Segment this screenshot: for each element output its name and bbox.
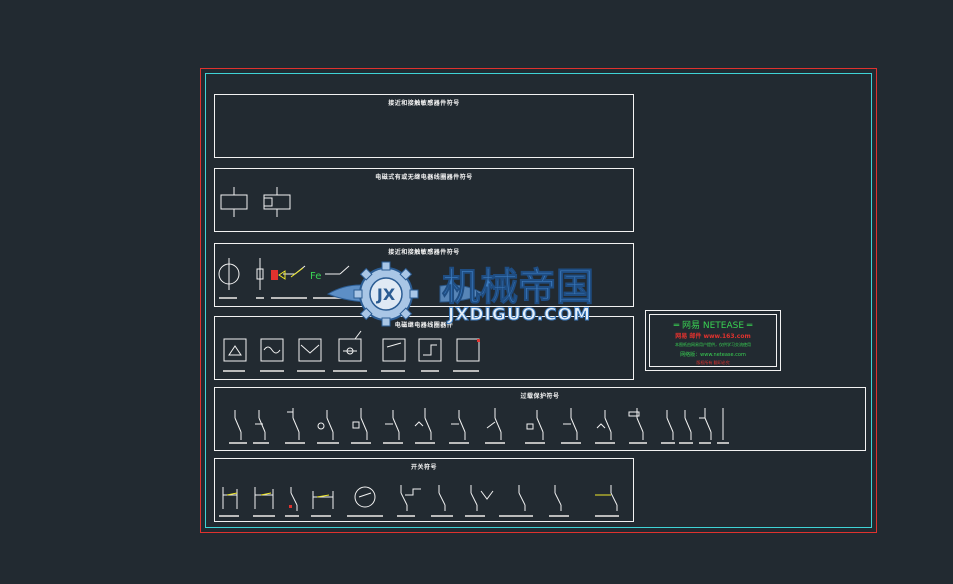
- gear-wings-icon: JX 机械帝国 JXDIGUO.COM: [326, 261, 594, 327]
- panel-overload-protection: 过载保护符号: [214, 387, 866, 451]
- watermark-cn: 机械帝国: [442, 265, 594, 309]
- fe-label: Fe: [310, 271, 321, 282]
- logo-letters: JX: [376, 285, 396, 304]
- netease-line2: 本图纸由网易用户提供，仅供学习交流使用: [675, 342, 751, 347]
- coil-symbols: [220, 187, 291, 217]
- netease-inner-frame: ═ 网易 NETEASE ═ 网易 邮件 www.163.com 本图纸由网易用…: [649, 314, 777, 367]
- panel-title: 接近和接触敏感器件符号: [388, 100, 460, 107]
- netease-line4: 版权所有 翻印必究: [696, 360, 730, 365]
- netease-title-block: ═ 网易 NETEASE ═ 网易 邮件 www.163.com 本图纸由网易用…: [645, 310, 781, 371]
- panel-proximity-sensors: 接近和接触敏感器件符号: [214, 94, 634, 158]
- netease-line1: 网易 邮件 www.163.com: [675, 333, 751, 340]
- watermark-logo: JX 机械帝国 JXDIGUO.COM: [326, 258, 628, 328]
- switch-symbols: [219, 485, 619, 517]
- watermark-en: JXDIGUO.COM: [447, 305, 591, 325]
- panel-relay-coils: 电磁式有或无继电器线圈器件符号: [214, 168, 634, 232]
- netease-title: ═ 网易 NETEASE ═: [673, 321, 753, 331]
- panel-switches: 开关符号: [214, 458, 634, 522]
- overload-symbols: [229, 408, 729, 444]
- netease-line3: 网络版：www.netease.com: [680, 352, 746, 358]
